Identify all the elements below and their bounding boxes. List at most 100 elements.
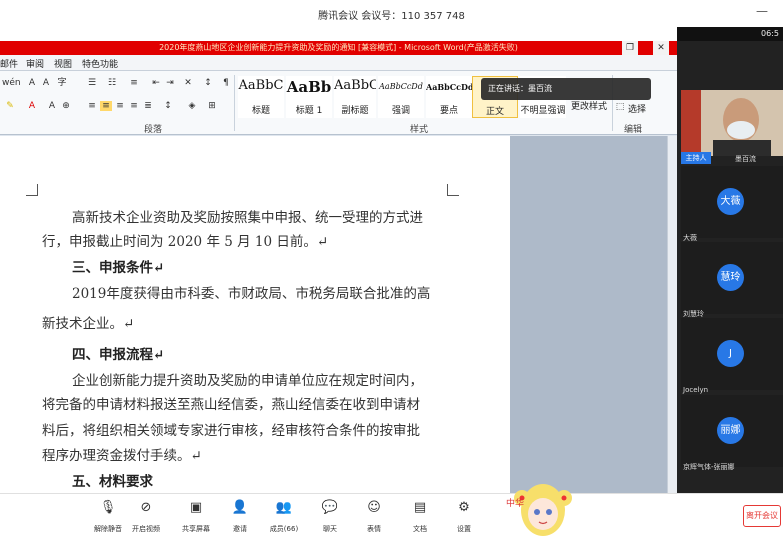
multilevel-icon[interactable]: ≡	[128, 78, 140, 88]
share-screen-button[interactable]: ▣ 共享屏幕	[176, 500, 216, 534]
align-left-icon[interactable]: ≡	[86, 101, 98, 111]
settings-button[interactable]: ⚙ 设置	[444, 500, 484, 534]
word-menubar: 邮件 审阅 视图 特色功能	[0, 55, 677, 71]
doc-heading: 五、材料要求	[72, 474, 153, 490]
clock-readout: 06:5	[677, 27, 783, 41]
style-subtitle[interactable]: AaBbC 副标题	[334, 76, 376, 118]
participant-tile[interactable]: 慧玲	[681, 242, 783, 314]
chat-button[interactable]: 💬 聊天	[310, 500, 350, 534]
menu-view[interactable]: 视图	[54, 57, 72, 70]
leave-meeting-button[interactable]: 离开会议	[743, 505, 781, 527]
char-shading-icon[interactable]: A	[46, 101, 58, 111]
align-right-icon[interactable]: ≡	[114, 101, 126, 111]
menu-special[interactable]: 特色功能	[82, 57, 118, 70]
emoji-button[interactable]: ☺ 表情	[354, 500, 394, 534]
members-button[interactable]: 👥 成员(66)	[264, 500, 304, 534]
button-label: 开启视频	[132, 525, 160, 533]
style-title[interactable]: AaBbC 标题	[238, 76, 284, 118]
start-video-button[interactable]: ⊘ 开启视频	[126, 500, 166, 534]
meeting-toolbar: 🎙 解除静音 ⊘ 开启视频 ▣ 共享屏幕 👤 邀请 👥 成员(66) 💬 聊天 …	[0, 493, 783, 537]
doc-heading: 三、申报条件↵	[72, 260, 165, 276]
numbering-icon[interactable]: ☷	[106, 78, 118, 88]
participant-tile[interactable]: 丽娜	[681, 395, 783, 467]
select-button-label[interactable]: 选择	[628, 102, 646, 115]
clear-format-icon[interactable]: A	[26, 78, 38, 88]
style-name: 标题 1	[295, 106, 323, 116]
participant-name: 京辉气体-张丽娜	[683, 463, 735, 471]
style-name: 不明显强调	[520, 106, 566, 116]
speaking-label: 正在讲话：	[488, 84, 528, 93]
styles-group-label: 样式	[410, 125, 429, 135]
screen-share-icon: ▣	[189, 500, 203, 515]
presenter-video	[681, 90, 783, 156]
sticker-text: 中华	[506, 497, 524, 509]
style-emphasis[interactable]: AaBbCcDd 强调	[378, 76, 424, 118]
self-name: 墨百流	[735, 155, 756, 163]
doc-line: 程序办理资金拨付手续。↵	[42, 448, 202, 464]
participant-tile[interactable]: J	[681, 318, 783, 390]
sort-icon[interactable]: ↕	[202, 78, 214, 88]
button-label: 设置	[457, 525, 471, 533]
crop-mark	[26, 184, 38, 196]
participant-tile[interactable]: 大薇	[681, 166, 783, 238]
edit-group-label: 编辑	[624, 125, 643, 135]
restore-icon[interactable]: ❐	[622, 41, 638, 55]
speaking-indicator: 正在讲话：墨百流	[481, 78, 651, 100]
increase-indent-icon[interactable]: ⇥	[164, 78, 176, 88]
menu-mail[interactable]: 邮件	[0, 57, 18, 70]
style-name: 正文	[485, 107, 504, 117]
font-color-icon[interactable]: A	[26, 101, 38, 111]
button-label: 成员(66)	[269, 525, 299, 533]
anime-sticker: 中华	[506, 484, 572, 536]
phonetic-icon[interactable]: wén	[2, 78, 21, 88]
enclose-icon[interactable]: ⊕	[60, 101, 72, 111]
show-marks-icon[interactable]: ¶	[220, 78, 232, 88]
vertical-scrollbar[interactable]	[667, 136, 677, 493]
doc-line: 行，申报截止时间为 2020 年 5 月 10 日前。↵	[42, 234, 329, 250]
highlight-icon[interactable]: ✎	[4, 101, 16, 111]
style-heading1[interactable]: AaBb 标题 1	[286, 76, 332, 118]
invite-icon: 👤	[231, 500, 249, 515]
close-icon[interactable]: ✕	[653, 41, 669, 55]
host-tag: 主持人	[681, 152, 711, 164]
style-name: 副标题	[341, 106, 369, 116]
word-window: 2020年度燕山地区企业创新能力提升资助及奖励的通知 [兼容模式] - Micr…	[0, 41, 677, 493]
minimize-icon[interactable]: —	[755, 4, 769, 18]
decrease-indent-icon[interactable]: ⇤	[150, 78, 162, 88]
style-strong[interactable]: AaBbCcDd 要点	[426, 76, 472, 118]
menu-review[interactable]: 审阅	[26, 57, 44, 70]
char-border-icon[interactable]: A	[40, 78, 52, 88]
participant-avatar: 丽娜	[717, 417, 744, 444]
document-area: 高新技术企业资助及奖励按照集中申报、统一受理的方式进 行，申报截止时间为 202…	[0, 136, 667, 493]
chinese-layout-icon[interactable]: ✕	[182, 78, 194, 88]
self-video-tile[interactable]	[681, 90, 783, 156]
style-sample: AaBbC	[334, 78, 376, 93]
word-title-text: 2020年度燕山地区企业创新能力提升资助及奖励的通知 [兼容模式] - Micr…	[159, 43, 518, 52]
bullets-icon[interactable]: ☰	[86, 78, 98, 88]
chat-icon: 💬	[321, 500, 339, 515]
select-icon[interactable]: ⬚	[614, 102, 626, 112]
speaking-name: 墨百流	[528, 84, 552, 93]
crop-mark	[447, 184, 459, 196]
word-titlebar: 2020年度燕山地区企业创新能力提升资助及奖励的通知 [兼容模式] - Micr…	[0, 41, 677, 55]
doc-line: 料后，将组织相关领域专家进行审核，经审核符合条件的按审批	[42, 423, 420, 439]
enclose-char-icon[interactable]: 字	[56, 78, 68, 88]
invite-button[interactable]: 👤 邀请	[220, 500, 260, 534]
line-spacing-icon[interactable]: ↕	[162, 101, 174, 111]
doc-line: 企业创新能力提升资助及奖励的申请单位应在规定时间内，	[72, 373, 423, 389]
settings-icon: ⚙	[458, 500, 470, 515]
style-name: 更改样式	[570, 102, 607, 112]
paragraph-group-label: 段落	[144, 125, 163, 135]
doc-line: 将完备的申请材料报送至燕山经信委，燕山经信委在收到申请材	[42, 397, 420, 413]
participant-avatar: J	[717, 340, 744, 367]
justify-icon[interactable]: ≡	[128, 101, 140, 111]
align-center-icon[interactable]: ≡	[100, 101, 112, 111]
emoji-icon: ☺	[367, 500, 381, 515]
meeting-titlebar: 腾讯会议 会议号：110 357 748 —	[0, 0, 783, 27]
borders-icon[interactable]: ⊞	[206, 101, 218, 111]
document-page[interactable]: 高新技术企业资助及奖励按照集中申报、统一受理的方式进 行，申报截止时间为 202…	[0, 136, 510, 493]
distributed-icon[interactable]: ≣	[142, 101, 154, 111]
document-button[interactable]: ▤ 文档	[400, 500, 440, 534]
shading-icon[interactable]: ◈	[186, 101, 198, 111]
style-name: 要点	[439, 106, 458, 116]
